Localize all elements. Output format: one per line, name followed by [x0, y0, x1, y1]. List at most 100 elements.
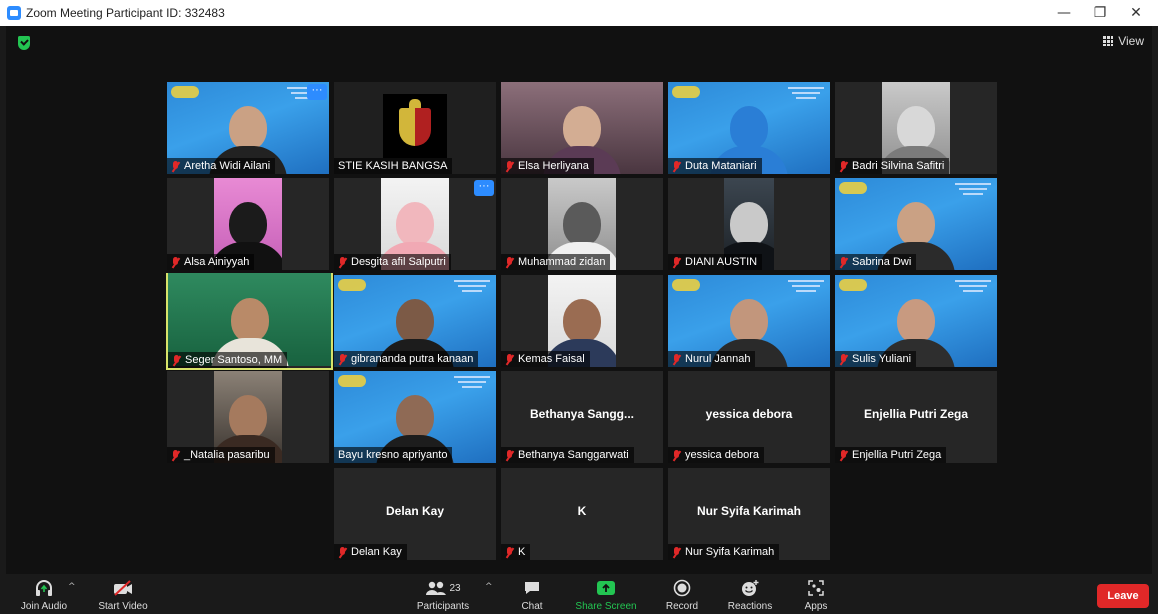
mic-muted-icon — [338, 256, 347, 268]
participant-name: _Natalia pasaribu — [167, 447, 275, 463]
start-video-button[interactable]: Start Video — [96, 578, 150, 612]
participant-tile[interactable]: Alsa Ainiyyah — [167, 178, 329, 270]
audio-options-chevron-up-icon[interactable]: ^ — [68, 582, 76, 592]
participant-tile[interactable]: Duta Mataniari — [668, 82, 830, 174]
participant-name: gibrananda putra kanaan — [334, 351, 479, 367]
mic-muted-icon — [505, 449, 514, 461]
participant-display-name: Delan Kay — [385, 504, 445, 518]
participant-display-name: Bethanya Sangg... — [529, 407, 635, 421]
participant-name: Enjellia Putri Zega — [835, 447, 947, 463]
more-options-button[interactable]: ··· — [307, 84, 327, 100]
participant-tile[interactable]: Kemas Faisal — [501, 275, 663, 367]
participant-name: Aretha Widi Ailani — [167, 158, 276, 174]
participant-tile[interactable]: Nur Syifa Karimah Nur Syifa Karimah — [668, 468, 830, 560]
participant-display-name: yessica debora — [705, 407, 793, 421]
participant-tile[interactable]: Bethanya Sangg... Bethanya Sanggarwati — [501, 371, 663, 463]
mic-muted-icon — [839, 256, 848, 268]
participant-tile[interactable]: Delan Kay Delan Kay — [334, 468, 496, 560]
apps-icon — [798, 578, 834, 598]
participant-name: Desgita afil Salputri — [334, 254, 451, 270]
participant-name: Bethanya Sanggarwati — [501, 447, 634, 463]
share-screen-button[interactable]: Share Screen — [574, 578, 638, 612]
mic-muted-icon — [839, 160, 848, 172]
view-button[interactable]: View — [1103, 34, 1144, 48]
participant-tile[interactable]: Enjellia Putri Zega Enjellia Putri Zega — [835, 371, 997, 463]
participant-tile[interactable]: STIE KASIH BANGSA — [334, 82, 496, 174]
grid-view-icon — [1103, 36, 1114, 46]
record-button[interactable]: Record — [660, 578, 704, 612]
share-screen-label: Share Screen — [575, 601, 637, 612]
participant-tile[interactable]: ··· Desgita afil Salputri — [334, 178, 496, 270]
participant-tile[interactable]: Bayu kresno apriyanto — [334, 371, 496, 463]
participant-tile[interactable]: Muhammad zidan — [501, 178, 663, 270]
participant-tile-active-speaker[interactable]: Seger Santoso, MM — [166, 273, 333, 370]
participant-name: Nur Syifa Karimah — [668, 544, 780, 560]
participant-name-text: Nurul Jannah — [685, 353, 751, 365]
participant-name: Nurul Jannah — [668, 351, 756, 367]
headphones-icon — [17, 578, 71, 598]
more-options-button[interactable]: ··· — [474, 180, 494, 196]
meeting-toolbar: Join Audio ^ Start Video 23 Participants… — [0, 574, 1158, 614]
participant-name-text: Delan Kay — [351, 546, 402, 558]
participant-tile[interactable]: Nurul Jannah — [668, 275, 830, 367]
apps-label: Apps — [804, 601, 828, 612]
participant-name-text: Muhammad zidan — [518, 256, 606, 268]
participant-name: Muhammad zidan — [501, 254, 611, 270]
share-screen-icon — [574, 578, 638, 598]
mic-muted-icon — [338, 546, 347, 558]
participants-options-chevron-up-icon[interactable]: ^ — [485, 582, 493, 592]
close-button[interactable]: ✕ — [1118, 0, 1154, 26]
participant-count: 23 — [449, 582, 461, 594]
participants-label: Participants — [416, 601, 470, 612]
participant-name-text: K — [518, 546, 526, 558]
smiley-plus-icon — [724, 578, 776, 598]
participant-name-text: Duta Mataniari — [685, 160, 757, 172]
join-audio-button[interactable]: Join Audio — [17, 578, 71, 612]
participant-name: Badri Silvina Safitri — [835, 158, 950, 174]
security-shield-icon[interactable] — [18, 36, 30, 50]
participant-name-text: gibrananda putra kanaan — [351, 353, 474, 365]
video-off-icon — [96, 578, 150, 598]
participant-name-text: Kemas Faisal — [518, 353, 585, 365]
minimize-button[interactable]: — — [1046, 0, 1082, 26]
participants-button[interactable]: 23 Participants — [412, 578, 474, 612]
mic-muted-icon — [839, 353, 848, 365]
restore-button[interactable]: ❐ — [1082, 0, 1118, 26]
participants-icon: 23 — [412, 578, 474, 598]
participant-tile[interactable]: Sabrina Dwi — [835, 178, 997, 270]
participant-display-name: Enjellia Putri Zega — [863, 407, 969, 421]
participant-tile[interactable]: _Natalia pasaribu — [167, 371, 329, 463]
participant-tile[interactable]: Sulis Yuliani — [835, 275, 997, 367]
join-audio-label: Join Audio — [20, 601, 68, 612]
participant-name: yessica debora — [668, 447, 764, 463]
participant-tile[interactable]: yessica debora yessica debora — [668, 371, 830, 463]
participant-tile[interactable]: K K — [501, 468, 663, 560]
mic-muted-icon — [839, 449, 848, 461]
participant-name: DIANI AUSTIN — [668, 254, 763, 270]
view-label: View — [1118, 34, 1144, 48]
chat-label: Chat — [521, 601, 543, 612]
mic-muted-icon — [505, 546, 514, 558]
participant-name: Elsa Herliyana — [501, 158, 594, 174]
participant-tile[interactable]: Elsa Herliyana — [501, 82, 663, 174]
participant-name: Kemas Faisal — [501, 351, 590, 367]
participant-tile[interactable]: DIANI AUSTIN — [668, 178, 830, 270]
participant-tile[interactable]: ··· Aretha Widi Ailani — [167, 82, 329, 174]
participant-display-name: Nur Syifa Karimah — [696, 504, 802, 518]
participant-name-text: Elsa Herliyana — [518, 160, 589, 172]
participant-name: Delan Kay — [334, 544, 407, 560]
participant-name: STIE KASIH BANGSA — [334, 158, 453, 174]
participant-name: Duta Mataniari — [668, 158, 762, 174]
participant-name-text: Sabrina Dwi — [852, 256, 912, 268]
mic-muted-icon — [672, 353, 681, 365]
mic-muted-icon — [505, 353, 514, 365]
chat-button[interactable]: Chat — [512, 578, 552, 612]
zoom-app-icon — [7, 6, 21, 20]
participant-tile[interactable]: Badri Silvina Safitri — [835, 82, 997, 174]
reactions-button[interactable]: Reactions — [724, 578, 776, 612]
leave-button[interactable]: Leave — [1097, 584, 1149, 608]
mic-muted-icon — [338, 353, 347, 365]
participant-name: Sulis Yuliani — [835, 351, 917, 367]
apps-button[interactable]: Apps — [798, 578, 834, 612]
participant-tile[interactable]: gibrananda putra kanaan — [334, 275, 496, 367]
